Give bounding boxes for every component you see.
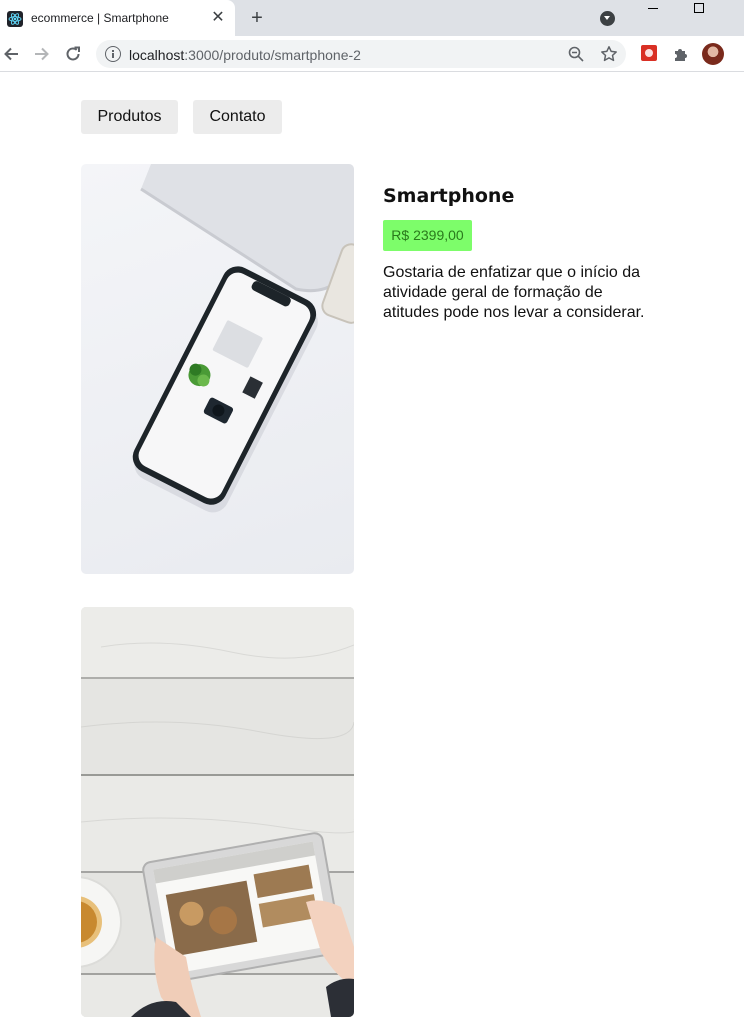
reload-icon[interactable]	[63, 44, 83, 64]
browser-toolbar: localhost:3000/produto/smartphone-2	[0, 36, 744, 72]
back-arrow-icon[interactable]	[2, 44, 22, 64]
product-image-phone	[81, 164, 354, 574]
close-tab-icon[interactable]: ✕	[210, 10, 226, 26]
tab-title: ecommerce | Smartphone	[31, 11, 169, 25]
maximize-icon[interactable]	[694, 3, 704, 13]
extension-icon[interactable]	[641, 45, 657, 61]
extensions-puzzle-icon[interactable]	[672, 45, 690, 63]
address-bar[interactable]: localhost:3000/produto/smartphone-2	[96, 40, 626, 68]
profile-avatar[interactable]	[702, 43, 724, 65]
url-text: localhost:3000/produto/smartphone-2	[129, 47, 361, 63]
bookmark-star-icon[interactable]	[600, 45, 618, 63]
info-icon[interactable]	[105, 46, 121, 62]
product-description: Gostaria de enfatizar que o início da at…	[383, 264, 645, 321]
minimize-icon[interactable]	[648, 8, 658, 9]
product-image-tablet	[81, 607, 354, 1017]
browser-tab[interactable]: ecommerce | Smartphone ✕	[0, 0, 235, 36]
new-tab-button[interactable]: +	[247, 8, 267, 28]
tab-strip: ecommerce | Smartphone ✕ +	[0, 0, 744, 36]
zoom-out-icon[interactable]	[568, 46, 584, 62]
react-favicon-icon	[7, 11, 23, 27]
tab-search-icon[interactable]	[600, 11, 615, 26]
nav-link-produtos[interactable]: Produtos	[81, 100, 178, 134]
price-badge: R$ 2399,00	[383, 220, 472, 251]
product-title: Smartphone	[383, 185, 515, 207]
forward-arrow-icon[interactable]	[31, 44, 51, 64]
nav-link-contato[interactable]: Contato	[193, 100, 282, 134]
